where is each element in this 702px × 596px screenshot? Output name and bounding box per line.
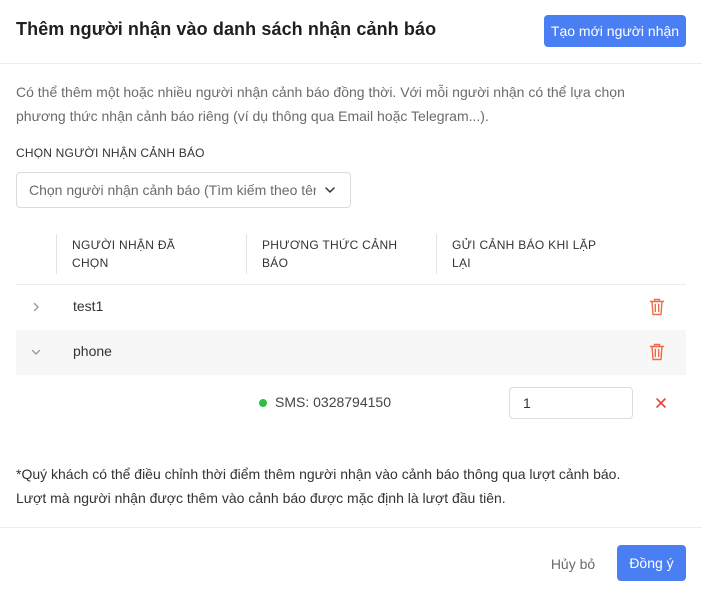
footnote-line: Lượt mà người nhận được thêm vào cảnh bá… (16, 490, 506, 506)
column-divider (246, 234, 247, 274)
recipients-table-header: NGƯỜI NHẬN ĐÃ CHỌN PHƯƠNG THỨC CẢNH BÁO … (16, 224, 686, 285)
method-row: SMS: 0328794150 (16, 375, 686, 430)
dialog-header: Thêm người nhận vào danh sách nhận cảnh … (0, 0, 702, 64)
dialog-title: Thêm người nhận vào danh sách nhận cảnh … (16, 19, 437, 39)
column-divider (436, 234, 437, 274)
trash-icon[interactable] (649, 343, 665, 361)
column-header-recipient: NGƯỜI NHẬN ĐÃ CHỌN (72, 238, 176, 270)
recipient-name: test1 (73, 298, 104, 314)
table-row: phone (16, 330, 686, 375)
dialog-footer: Hủy bỏ Đồng ý (0, 527, 702, 596)
recipient-name: phone (73, 343, 112, 359)
confirm-button[interactable]: Đồng ý (617, 545, 686, 581)
table-row: test1 (16, 285, 686, 330)
cancel-button[interactable]: Hủy bỏ (544, 547, 602, 581)
column-divider (56, 234, 57, 274)
column-header-method: PHƯƠNG THỨC CẢNH BÁO (262, 238, 398, 270)
recipient-select-placeholder: Chọn người nhận cảnh báo (Tìm kiếm theo … (29, 182, 316, 198)
close-icon[interactable] (655, 397, 667, 409)
recipient-select-label: CHỌN NGƯỜI NHẬN CẢNH BÁO (16, 146, 205, 160)
repeat-count-input[interactable] (509, 387, 633, 419)
chevron-down-icon[interactable] (30, 346, 42, 358)
dialog-description: Có thể thêm một hoặc nhiều người nhận cả… (16, 84, 625, 124)
recipient-select[interactable]: Chọn người nhận cảnh báo (Tìm kiếm theo … (16, 172, 351, 208)
add-recipient-dialog: Thêm người nhận vào danh sách nhận cảnh … (0, 0, 702, 596)
footnote: *Quý khách có thể điều chỉnh thời điểm t… (16, 462, 686, 510)
create-recipient-button[interactable]: Tạo mới người nhận (544, 15, 686, 47)
footnote-line: *Quý khách có thể điều chỉnh thời điểm t… (16, 466, 621, 482)
alert-method: SMS: 0328794150 (275, 394, 391, 410)
column-header-repeat: GỬI CẢNH BÁO KHI LẶP LẠI (452, 238, 597, 270)
chevron-down-icon (325, 187, 335, 193)
status-dot (259, 399, 267, 407)
trash-icon[interactable] (649, 298, 665, 316)
chevron-right-icon[interactable] (30, 301, 42, 313)
